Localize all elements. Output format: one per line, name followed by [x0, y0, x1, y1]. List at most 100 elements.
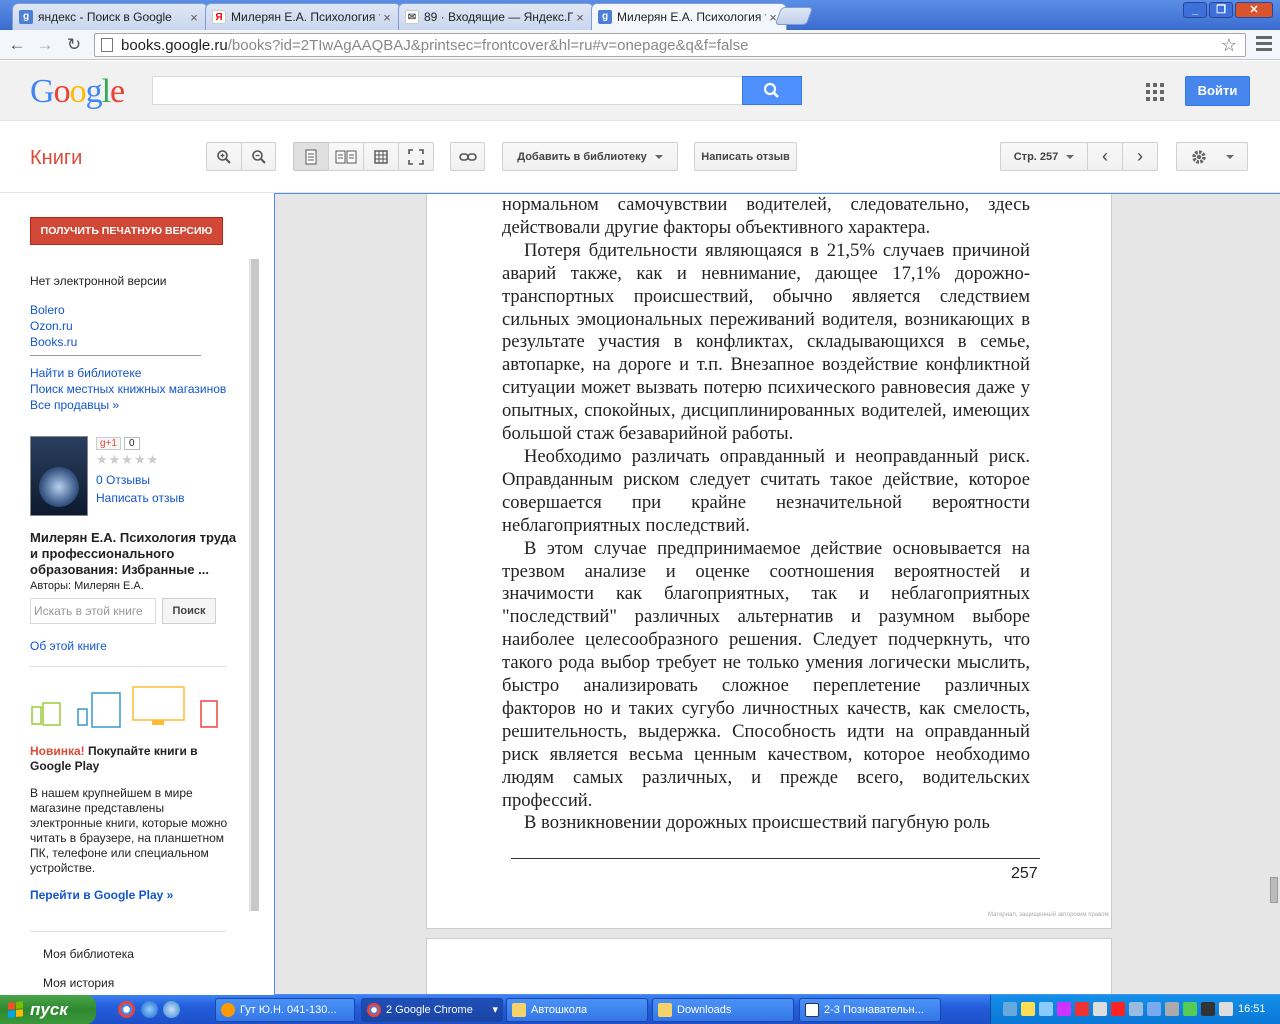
- apps-grid-icon[interactable]: [1146, 83, 1164, 101]
- seller-link-books[interactable]: Books.ru: [30, 335, 77, 349]
- link-icon: [458, 152, 477, 161]
- taskbar-item-folder-downloads[interactable]: Downloads: [652, 998, 794, 1022]
- search-in-book-button[interactable]: Поиск: [162, 598, 216, 624]
- url-path: /books?id=2TIwAgAAQBAJ&printsec=frontcov…: [227, 36, 749, 54]
- restore-icon[interactable]: ❐: [1209, 2, 1233, 18]
- tray-icon[interactable]: [1003, 1002, 1017, 1016]
- google-logo[interactable]: Google: [30, 73, 125, 111]
- url-host: books.google.ru: [121, 36, 228, 54]
- sidebar-scrollbar[interactable]: [249, 259, 259, 911]
- tray-icon[interactable]: [1111, 1002, 1125, 1016]
- address-bar[interactable]: books.google.ru/books?id=2TIwAgAAQBAJ&pr…: [94, 33, 1246, 57]
- chevron-down-icon: [1226, 154, 1234, 159]
- link-button[interactable]: [450, 142, 485, 171]
- tab-google-books[interactable]: g Милерян Е.А. Психология т ×: [591, 3, 787, 30]
- viewer-scrollbar-thumb[interactable]: [1270, 877, 1278, 903]
- local-stores-link[interactable]: Поиск местных книжных магазинов: [30, 382, 226, 396]
- prev-page-button[interactable]: ‹: [1087, 142, 1123, 171]
- clock: 16:51: [1238, 1003, 1266, 1015]
- volume-icon[interactable]: [1219, 1002, 1233, 1016]
- write-review-link[interactable]: Написать отзыв: [96, 491, 184, 505]
- tray-icon[interactable]: [1129, 1002, 1143, 1016]
- zoom-in-icon: [217, 149, 231, 164]
- add-to-library-button[interactable]: Добавить в библиотеку: [502, 142, 678, 171]
- books-toolbar: Книги Добавить в библиотеку Написать отз…: [0, 121, 1280, 193]
- seller-link-ozon[interactable]: Ozon.ru: [30, 319, 73, 333]
- tray-icon[interactable]: [1057, 1002, 1071, 1016]
- thumbnail-view-button[interactable]: [363, 142, 399, 171]
- close-icon[interactable]: ×: [187, 10, 201, 25]
- login-button[interactable]: Войти: [1185, 76, 1250, 106]
- single-page-view-button[interactable]: [293, 142, 329, 171]
- tray-icon[interactable]: [1183, 1002, 1197, 1016]
- ie-quicklaunch-icon[interactable]: [141, 1001, 158, 1018]
- chevron-right-icon: ›: [1137, 146, 1143, 166]
- taskbar-item-word[interactable]: 2-3 Познавательн...: [799, 998, 941, 1022]
- all-sellers-link[interactable]: Все продавцы »: [30, 398, 119, 412]
- new-tab-button[interactable]: [774, 7, 814, 25]
- zoom-out-button[interactable]: [241, 142, 276, 171]
- write-review-button[interactable]: Написать отзыв: [694, 142, 797, 171]
- taskbar-item-label: Downloads: [677, 1004, 732, 1016]
- tray-icon[interactable]: [1147, 1002, 1161, 1016]
- tray-icon[interactable]: [1039, 1002, 1053, 1016]
- book-page: нормальном самочувствии водителей, следо…: [426, 194, 1112, 929]
- tray-icon[interactable]: [1075, 1002, 1089, 1016]
- tab-google-search[interactable]: g яндекс - Поиск в Google ×: [12, 3, 208, 30]
- browser-toolbar: ← → ↻ books.google.ru/books?id=2TIwAgAAQ…: [0, 30, 1280, 60]
- page-select-button[interactable]: Стр. 257: [1000, 142, 1088, 171]
- tray-icon[interactable]: [1021, 1002, 1035, 1016]
- books-section-title[interactable]: Книги: [30, 147, 82, 170]
- zoom-in-button[interactable]: [206, 142, 242, 171]
- page-paragraph: Потеря бдительности являющаяся в 21,5% с…: [502, 239, 1030, 445]
- browser-menu-icon[interactable]: [1256, 36, 1272, 52]
- book-cover-thumbnail[interactable]: [30, 436, 88, 516]
- devices-illustration-icon: [31, 686, 218, 728]
- reviews-link[interactable]: 0 Отзывы: [96, 473, 150, 487]
- close-icon[interactable]: ×: [573, 10, 587, 25]
- find-in-library-link[interactable]: Найти в библиотеке: [30, 366, 141, 380]
- reload-icon[interactable]: ↻: [63, 34, 85, 56]
- fullscreen-button[interactable]: [398, 142, 434, 171]
- next-book-page: [426, 938, 1112, 994]
- taskbar-item-label: 2 Google Chrome: [386, 1004, 473, 1016]
- start-button[interactable]: пуск: [0, 995, 96, 1024]
- rating-stars: ★★★★★: [96, 452, 160, 467]
- page-paragraph: Необходимо различать оправданный и неопр…: [502, 445, 1030, 536]
- add-library-label: Добавить в библиотеку: [517, 150, 647, 163]
- google-search-button[interactable]: [742, 76, 802, 105]
- book-authors: Авторы: Милерян Е.А.: [30, 580, 144, 592]
- gplus-button[interactable]: g+1: [96, 437, 121, 450]
- window-close-icon[interactable]: ✕: [1235, 2, 1273, 18]
- close-icon[interactable]: ×: [380, 10, 394, 25]
- google-play-link[interactable]: Перейти в Google Play »: [30, 888, 173, 902]
- about-book-link[interactable]: Об этой книге: [30, 639, 107, 653]
- settings-button[interactable]: [1176, 142, 1248, 171]
- next-page-button[interactable]: ›: [1122, 142, 1158, 171]
- google-search-input[interactable]: [152, 76, 743, 105]
- tray-icon[interactable]: [1201, 1002, 1215, 1016]
- my-library-link[interactable]: Моя библиотека: [43, 947, 134, 961]
- taskbar-item-document[interactable]: Гут Ю.Н. 041-130...: [215, 998, 355, 1022]
- taskbar-item-folder-autoschool[interactable]: Автошкола: [506, 998, 648, 1022]
- seller-link-bolero[interactable]: Bolero: [30, 303, 65, 317]
- fullscreen-icon: [408, 148, 424, 165]
- taskbar-item-chrome[interactable]: 2 Google Chrome ▾: [361, 998, 503, 1022]
- quicklaunch-icon[interactable]: [163, 1001, 180, 1018]
- two-page-view-button[interactable]: [328, 142, 364, 171]
- my-history-link[interactable]: Моя история: [43, 976, 114, 990]
- chrome-quicklaunch-icon[interactable]: [118, 1001, 135, 1018]
- get-print-version-button[interactable]: ПОЛУЧИТЬ ПЕЧАТНУЮ ВЕРСИЮ: [30, 217, 223, 245]
- tray-icon[interactable]: [1165, 1002, 1179, 1016]
- word-document-icon: [805, 1003, 819, 1017]
- minimize-icon[interactable]: _: [1183, 2, 1207, 18]
- book-viewer[interactable]: нормальном самочувствии водителей, следо…: [274, 193, 1280, 995]
- taskbar-item-label: Автошкола: [531, 1004, 588, 1016]
- search-in-book-input[interactable]: Искать в этой книге: [30, 598, 156, 624]
- bookmark-star-icon[interactable]: ☆: [1221, 35, 1237, 56]
- back-arrow-icon[interactable]: ←: [6, 34, 28, 56]
- tray-icon[interactable]: [1093, 1002, 1107, 1016]
- forward-arrow-icon[interactable]: →: [34, 34, 56, 56]
- tab-yandex-book[interactable]: Я Милерян Е.А. Психология т ×: [205, 3, 401, 30]
- tab-yandex-mail[interactable]: ✉ 89 · Входящие — Яндекс.П ×: [398, 3, 594, 30]
